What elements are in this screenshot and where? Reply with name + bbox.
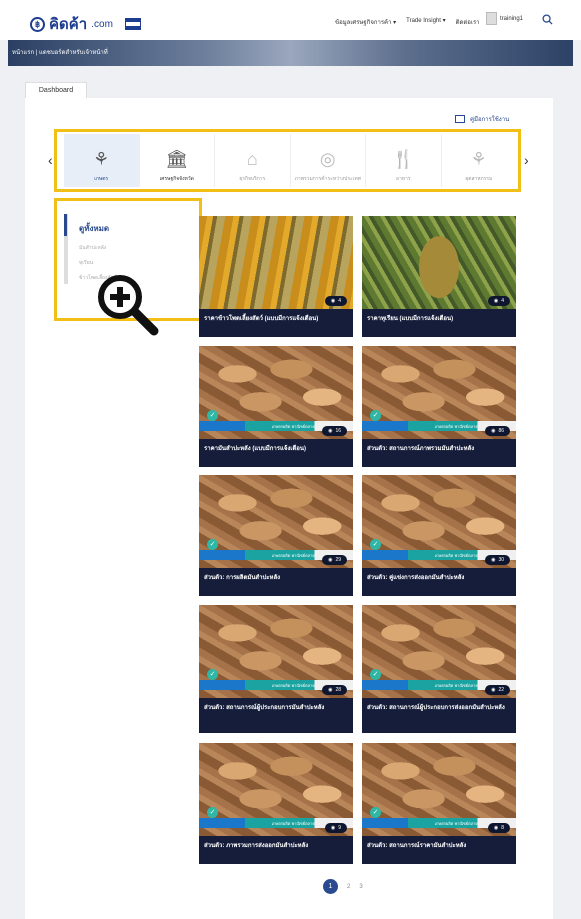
top-navigation-bar: ฿ คิดค้า .com ข้อมูลเศรษฐกิจการค้า ▾ Tra… (0, 0, 581, 40)
eye-icon: ◉ (493, 298, 499, 304)
user-menu[interactable]: training1 (486, 12, 523, 25)
card-title: ราคาข้าวโพดเลี้ยงสัตว์ (แบบมีการแจ้งเตือ… (204, 316, 319, 322)
view-count: 4 (338, 298, 341, 304)
view-count: 4 (501, 298, 504, 304)
category-highlight-box (54, 129, 521, 192)
logo-text: คิดค้า (49, 16, 88, 33)
view-count: 28 (335, 687, 341, 693)
view-count: 29 (335, 557, 341, 563)
eye-icon: ◉ (330, 298, 336, 304)
page-2-button[interactable]: 2 (347, 884, 350, 890)
eye-icon: ◉ (491, 428, 496, 434)
check-icon: ✓ (207, 539, 218, 550)
view-count: 9 (338, 825, 341, 831)
logo-domain: .com (91, 18, 113, 30)
card-title: ราคาทุเรียน (แบบมีการแจ้งเตือน) (367, 316, 454, 322)
check-icon: ✓ (370, 539, 381, 550)
eye-icon: ◉ (328, 557, 333, 563)
card-image-banner-text: เกษตรผลิต พาณิชย์ตลาด (271, 683, 315, 688)
category-prev-arrow[interactable]: ‹ (48, 152, 53, 168)
view-count: 16 (335, 428, 341, 434)
card-title: ส่วนตัว: สถานการณ์ราคามันสำปะหลัง (367, 843, 467, 849)
view-count-badge: ◉ 4 (324, 296, 347, 306)
view-count-badge: ◉ 9 (324, 823, 347, 833)
eye-icon: ◉ (491, 687, 496, 693)
main-menu: ข้อมูลเศรษฐกิจการค้า ▾ Trade Insight ▾ ต… (335, 17, 480, 27)
card-title: ส่วนตัว: สถานการณ์ผู้ประกอบการส่งออกมันส… (367, 705, 505, 711)
card-title: ส่วนตัว: สถานการณ์ผู้ประกอบการมันสำปะหลั… (204, 705, 325, 711)
view-count-badge: ◉ 29 (322, 555, 347, 565)
check-icon: ✓ (207, 410, 218, 421)
view-count-badge: ◉ 28 (322, 685, 347, 695)
card-title: ส่วนตัว: การผลิตมันสำปะหลัง (204, 575, 281, 581)
card-image-banner-text: เกษตรผลิต พาณิชย์ตลาด (271, 424, 315, 429)
page-banner: หน้าแรก | แดชบอร์ดสำหรับเจ้าหน้าที่ (8, 40, 573, 66)
menu-trade-economy[interactable]: ข้อมูลเศรษฐกิจการค้า ▾ (335, 17, 396, 27)
dashboard-card[interactable]: เกษตรผลิต พาณิชย์ตลาด ✓ ◉ 8 ส่วนตัว: สถาน… (362, 743, 516, 864)
user-manual-label: คู่มือการใช้งาน (470, 117, 510, 123)
search-icon[interactable] (542, 14, 553, 25)
view-count: 30 (498, 557, 504, 563)
card-image-banner-text: เกษตรผลิต พาณิชย์ตลาด (434, 821, 478, 826)
book-icon (455, 115, 465, 123)
check-icon: ✓ (370, 807, 381, 818)
view-count: 8 (501, 825, 504, 831)
view-count-badge: ◉ 86 (485, 426, 510, 436)
zoom-in-icon[interactable] (96, 273, 160, 337)
page-1-button[interactable]: 1 (323, 879, 338, 894)
view-count: 22 (498, 687, 504, 693)
card-image-banner-text: เกษตรผลิต พาณิชย์ตลาด (434, 553, 478, 558)
page-3-button[interactable]: 3 (359, 884, 362, 890)
dashboard-card[interactable]: ◉ 4 ราคาข้าวโพดเลี้ยงสัตว์ (แบบมีการแจ้งเ… (199, 216, 353, 337)
username: training1 (500, 15, 524, 22)
eye-icon: ◉ (330, 825, 336, 831)
card-image-banner-text: เกษตรผลิต พาณิชย์ตลาด (271, 553, 315, 558)
view-count: 86 (498, 428, 504, 434)
dashboard-card[interactable]: เกษตรผลิต พาณิชย์ตลาด ✓ ◉ 22 ส่วนตัว: สถา… (362, 605, 516, 733)
dashboard-card[interactable]: ◉ 4 ราคาทุเรียน (แบบมีการแจ้งเตือน) (362, 216, 516, 337)
view-count-badge: ◉ 30 (485, 555, 510, 565)
dashboard-card[interactable]: เกษตรผลิต พาณิชย์ตลาด ✓ ◉ 86 ส่วนตัว: สถา… (362, 346, 516, 467)
dashboard-card[interactable]: เกษตรผลิต พาณิชย์ตลาด ✓ ◉ 16 ราคามันสำปะห… (199, 346, 353, 467)
dashboard-card[interactable]: เกษตรผลิต พาณิชย์ตลาด ✓ ◉ 28 ส่วนตัว: สถา… (199, 605, 353, 733)
card-title: ส่วนตัว: สถานการณ์ภาพรวมมันสำปะหลัง (367, 446, 475, 452)
eye-icon: ◉ (493, 825, 499, 831)
card-image-banner-text: เกษตรผลิต พาณิชย์ตลาด (434, 683, 478, 688)
menu-trade-insight[interactable]: Trade Insight ▾ (406, 17, 445, 27)
ministry-emblem-icon (124, 18, 141, 30)
card-title: ส่วนตัว: คู่แข่งการส่งออกมันสำปะหลัง (367, 575, 465, 581)
eye-icon: ◉ (491, 557, 496, 563)
card-title: ราคามันสำปะหลัง (แบบมีการแจ้งเตือน) (204, 446, 306, 452)
dashboard-card[interactable]: เกษตรผลิต พาณิชย์ตลาด ✓ ◉ 9 ส่วนตัว: ภาพร… (199, 743, 353, 864)
eye-icon: ◉ (328, 428, 333, 434)
dashboard-card[interactable]: เกษตรผลิต พาณิชย์ตลาด ✓ ◉ 30 ส่วนตัว: คู่… (362, 475, 516, 596)
dashboard-card[interactable]: เกษตรผลิต พาณิชย์ตลาด ✓ ◉ 29 ส่วนตัว: การ… (199, 475, 353, 596)
eye-icon: ◉ (328, 687, 333, 693)
card-image-banner-text: เกษตรผลิต พาณิชย์ตลาด (271, 821, 315, 826)
view-count-badge: ◉ 22 (485, 685, 510, 695)
site-logo[interactable]: ฿ คิดค้า .com (30, 12, 141, 36)
view-count-badge: ◉ 16 (322, 426, 347, 436)
check-icon: ✓ (370, 410, 381, 421)
avatar (486, 12, 497, 25)
card-image-banner-text: เกษตรผลิต พาณิชย์ตลาด (434, 424, 478, 429)
view-count-badge: ◉ 8 (487, 823, 510, 833)
category-next-arrow[interactable]: › (524, 152, 529, 168)
tab-dashboard[interactable]: Dashboard (25, 82, 87, 98)
view-count-badge: ◉ 4 (487, 296, 510, 306)
menu-contact[interactable]: ติดต่อเรา (456, 17, 480, 27)
check-icon: ✓ (207, 669, 218, 680)
pagination: 1 2 3 (323, 879, 363, 894)
user-manual-link[interactable]: คู่มือการใช้งาน (455, 114, 509, 124)
breadcrumb[interactable]: หน้าแรก | แดชบอร์ดสำหรับเจ้าหน้าที่ (12, 47, 108, 57)
card-title: ส่วนตัว: ภาพรวมการส่งออกมันสำปะหลัง (204, 843, 309, 849)
check-icon: ✓ (207, 807, 218, 818)
logo-mark-icon: ฿ (30, 16, 45, 32)
check-icon: ✓ (370, 669, 381, 680)
